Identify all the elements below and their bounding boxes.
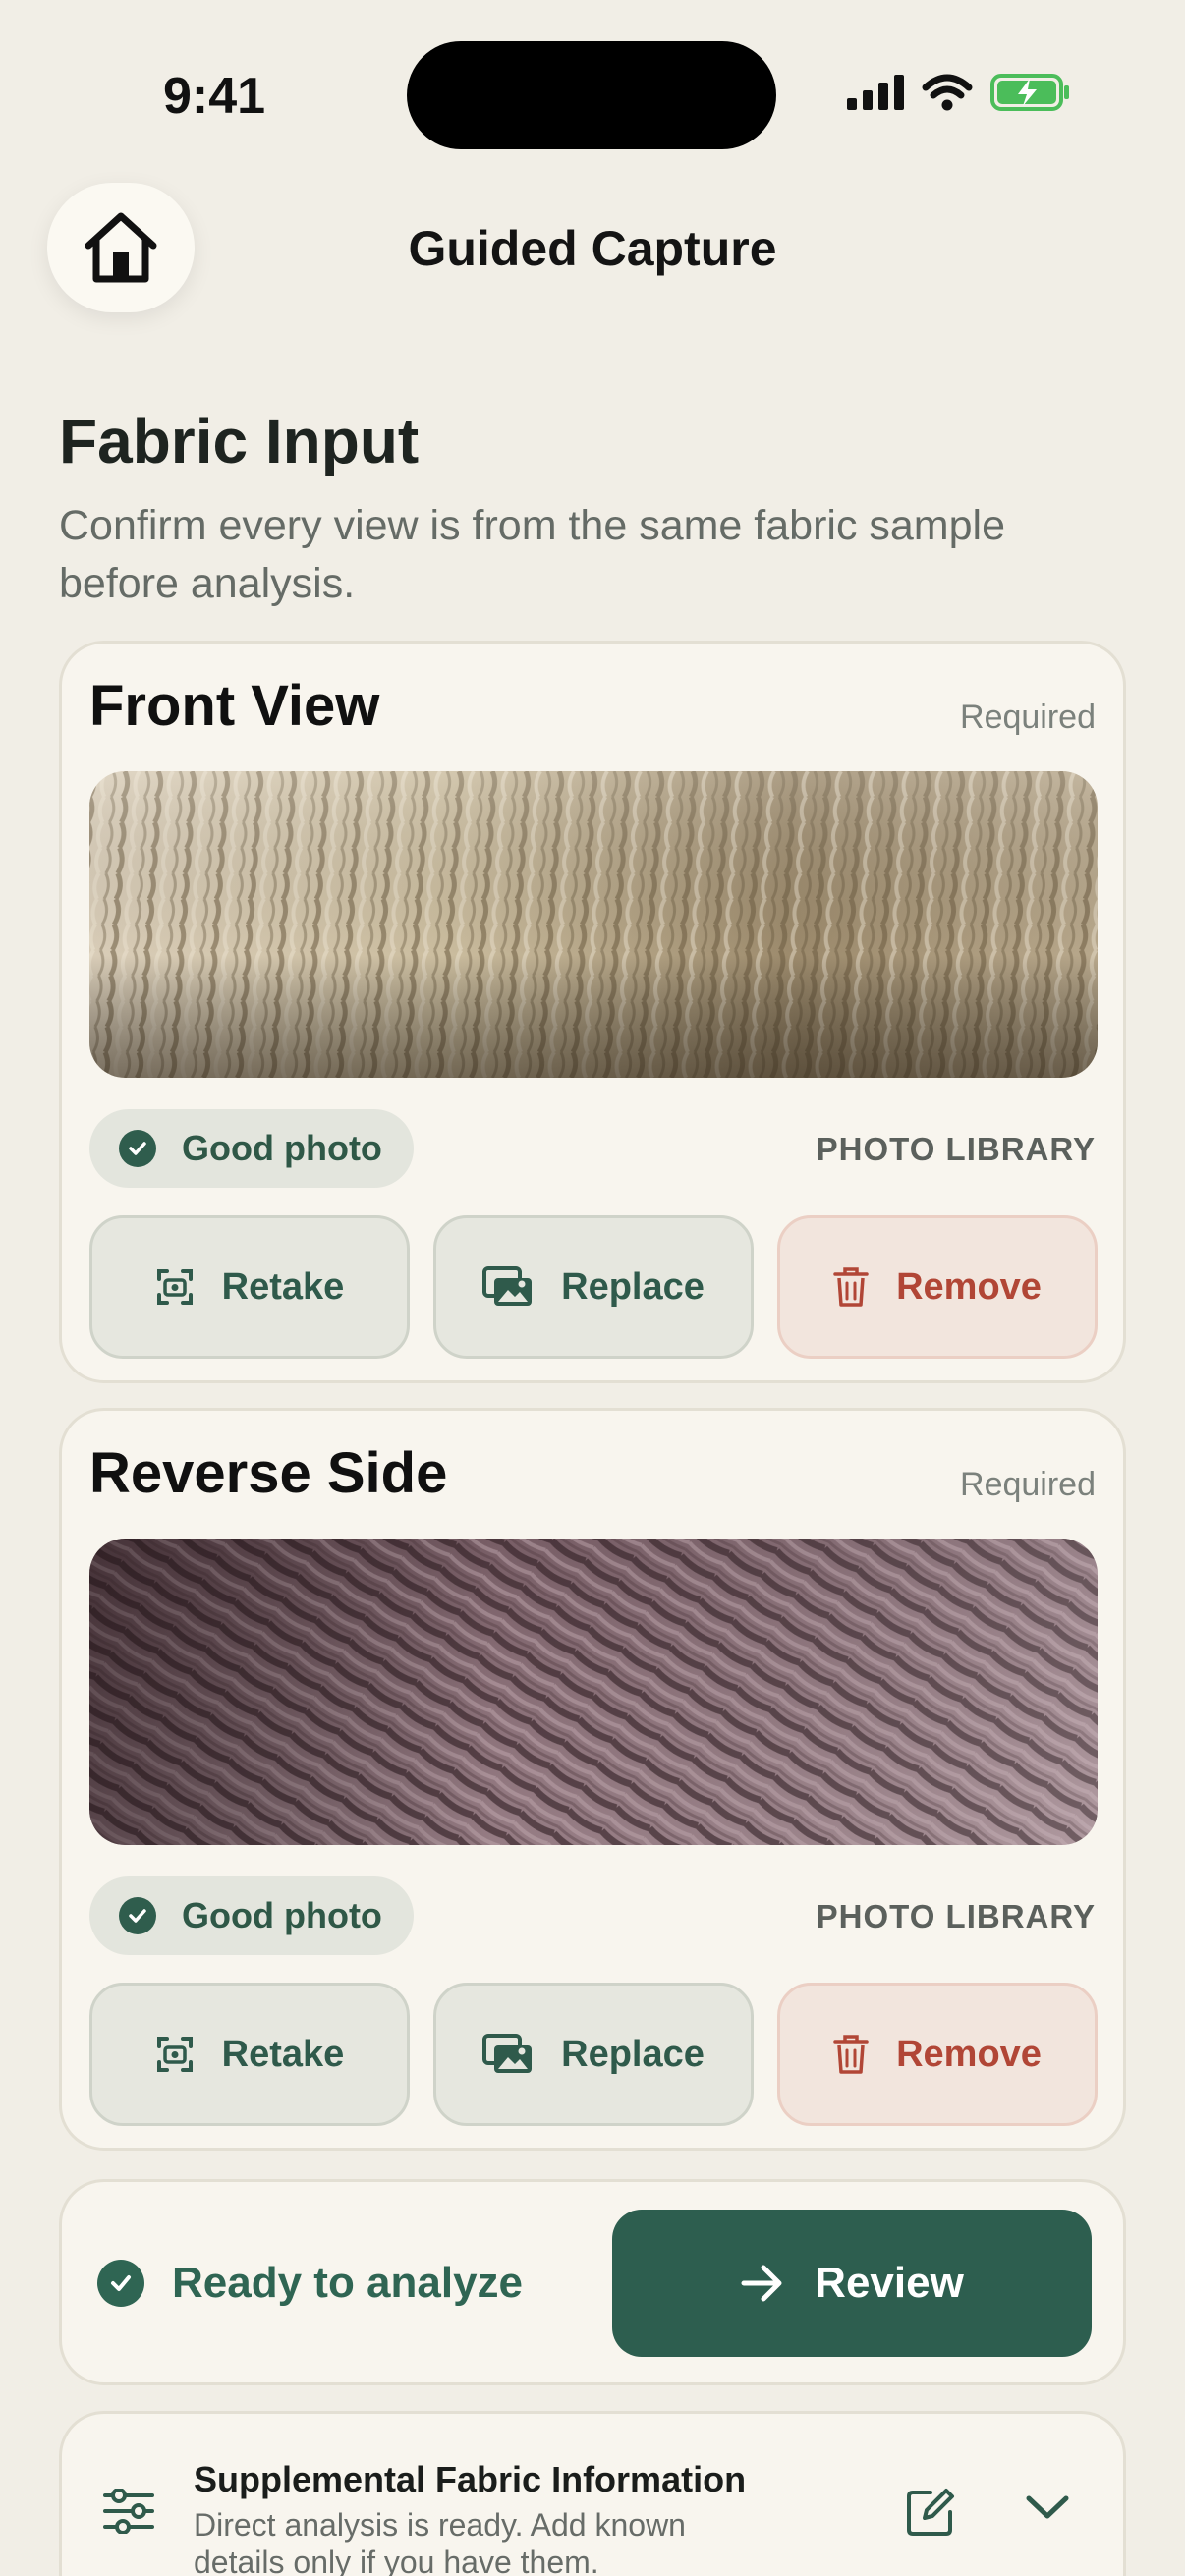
photo-source-label: PHOTO LIBRARY: [816, 1898, 1096, 1934]
battery-charging-icon: [990, 74, 1069, 111]
supplemental-title: Supplemental Fabric Information: [194, 2459, 747, 2499]
check-icon: [119, 1897, 156, 1934]
required-label: Required: [960, 699, 1096, 736]
front-view-card: Front View Required Good photo PHOTO LIB…: [59, 641, 1126, 1383]
section-subtitle: Confirm every view is from the same fabr…: [59, 502, 1006, 607]
status-icons: [847, 73, 1071, 112]
card-title: Front View: [89, 674, 380, 738]
sliders-icon: [103, 2489, 154, 2534]
photo-library-icon: [482, 1266, 533, 1306]
photo-quality-label: Good photo: [182, 1895, 382, 1935]
check-circle-icon: [97, 2260, 144, 2307]
ready-status: Ready to analyze: [97, 2259, 523, 2308]
reverse-side-card: Reverse Side Required Good photo PHOTO L…: [59, 1408, 1126, 2151]
trash-icon: [833, 1267, 869, 1307]
remove-label: Remove: [896, 2033, 1042, 2075]
photo-actions: Retake Replace Remove: [89, 1215, 1098, 1359]
edit-icon[interactable]: [905, 2487, 956, 2538]
reverse-side-photo[interactable]: [89, 1539, 1098, 1845]
dynamic-island: [407, 41, 776, 149]
screen-title: Guided Capture: [408, 221, 777, 276]
replace-label: Replace: [561, 2033, 705, 2075]
supplemental-info-card[interactable]: Supplemental Fabric Information Direct a…: [59, 2411, 1126, 2576]
section-title: Fabric Input: [59, 406, 420, 476]
trash-icon: [833, 2035, 869, 2074]
camera-retake-icon: [156, 2037, 193, 2072]
cellular-signal-icon: [847, 75, 904, 110]
chevron-down-icon[interactable]: [1025, 2494, 1070, 2522]
replace-button[interactable]: Replace: [433, 1983, 754, 2126]
replace-button[interactable]: Replace: [433, 1215, 754, 1359]
photo-source-label: PHOTO LIBRARY: [816, 1131, 1096, 1167]
wifi-icon: [922, 74, 973, 111]
photo-actions: Retake Replace Remove: [89, 1983, 1098, 2126]
remove-button[interactable]: Remove: [777, 1215, 1098, 1359]
replace-label: Replace: [561, 1265, 705, 1308]
photo-quality-badge: Good photo: [89, 1109, 414, 1188]
photo-library-icon: [482, 2034, 533, 2073]
retake-button[interactable]: Retake: [89, 1215, 410, 1359]
required-label: Required: [960, 1466, 1096, 1503]
remove-label: Remove: [896, 1265, 1042, 1308]
ready-label: Ready to analyze: [172, 2259, 524, 2307]
review-button[interactable]: Review: [612, 2210, 1092, 2357]
front-view-photo[interactable]: [89, 771, 1098, 1078]
remove-button[interactable]: Remove: [777, 1983, 1098, 2126]
photo-quality-label: Good photo: [182, 1128, 382, 1168]
retake-button[interactable]: Retake: [89, 1983, 410, 2126]
review-label: Review: [815, 2259, 964, 2307]
retake-label: Retake: [221, 1265, 345, 1308]
check-icon: [119, 1130, 156, 1167]
status-time: 9:41: [163, 68, 266, 125]
supplemental-description: Direct analysis is ready. Add known deta…: [194, 2507, 686, 2576]
camera-retake-icon: [156, 1269, 193, 1305]
arrow-right-icon: [741, 2265, 782, 2302]
ready-bar: Ready to analyze Review: [59, 2179, 1126, 2385]
photo-quality-badge: Good photo: [89, 1876, 414, 1955]
retake-label: Retake: [221, 2033, 345, 2075]
card-title: Reverse Side: [89, 1441, 448, 1505]
